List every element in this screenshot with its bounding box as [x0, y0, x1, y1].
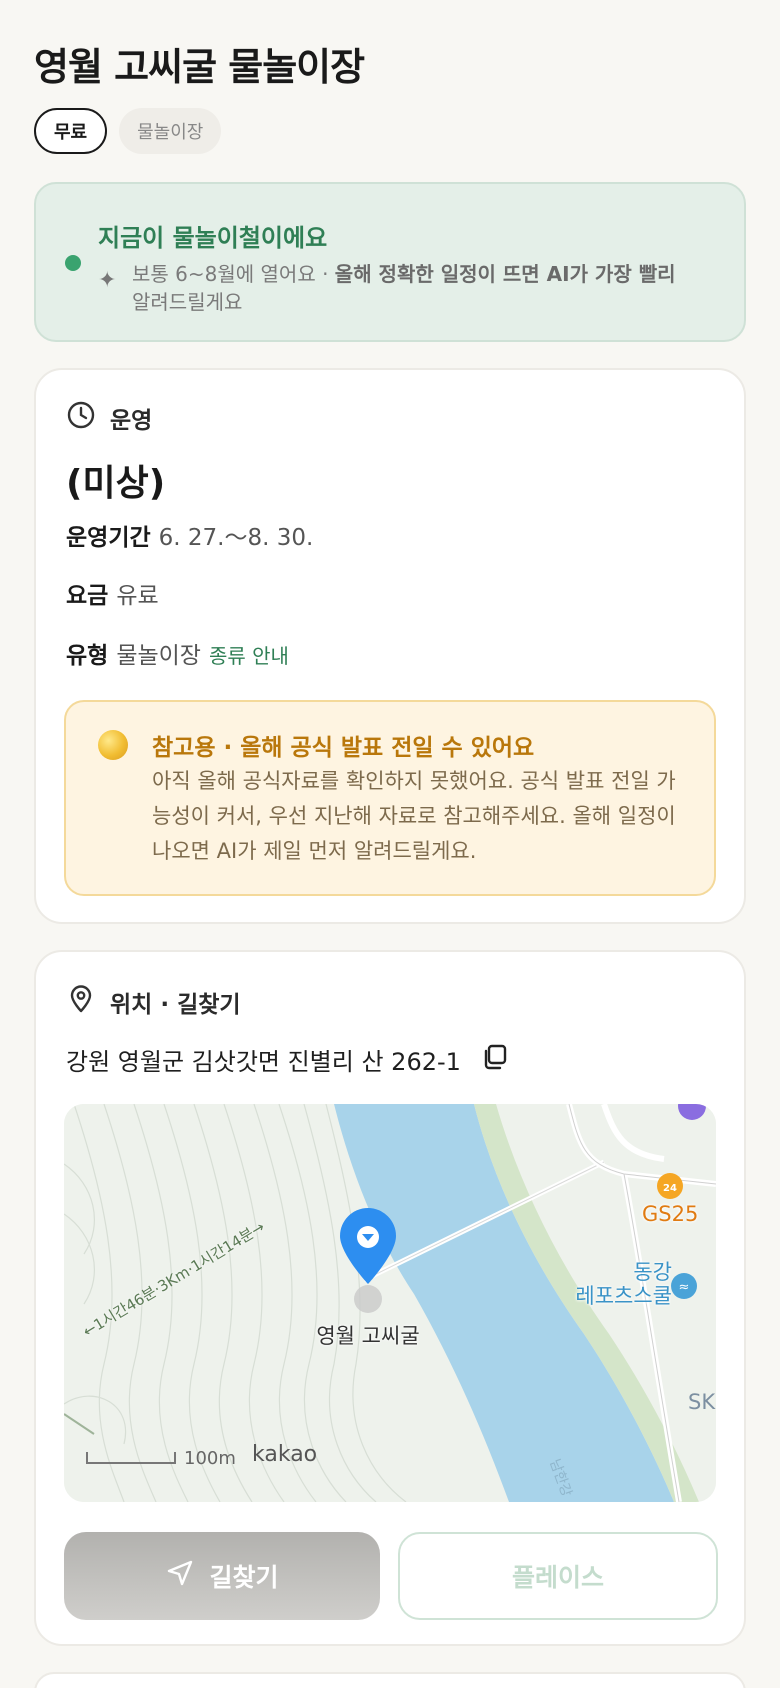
- map-scale-label: 100m: [184, 1448, 236, 1469]
- page-title: 영월 고씨굴 물놀이장: [34, 45, 365, 89]
- address-text: 강원 영월군 김삿갓면 진별리 산 262-1: [66, 1048, 461, 1076]
- season-body: 보통 6~8월에 열어요 · 올해 정확한 일정이 뜨면 AI가 가장 빨리 알…: [132, 260, 722, 316]
- status-dot-icon: [65, 255, 81, 271]
- season-body-plain: 보통 6~8월에 열어요 ·: [132, 262, 335, 286]
- season-banner: 지금이 물놀이철이에요 ✦ 보통 6~8월에 열어요 · 올해 정확한 일정이 …: [34, 182, 746, 342]
- operation-card: 운영 (미상) 운영기간 6. 27.～8. 30. 요금 유료 유형 물놀이장 종류 …: [34, 368, 746, 924]
- period-row: 운영기간 6. 27.～8. 30.: [66, 518, 313, 552]
- notice-heading: 참고용 · 올해 공식 발표 전일 수 있어요: [152, 735, 535, 761]
- next-card-edge: [34, 1672, 746, 1688]
- tag-free[interactable]: 무료: [34, 108, 108, 154]
- map-edge-label: SK: [688, 1390, 716, 1414]
- fee-row: 요금 유료: [66, 576, 159, 610]
- operation-header: 운영: [66, 400, 152, 436]
- reference-notice: 참고용 · 올해 공식 발표 전일 수 있어요 아직 올해 공식자료를 확인하지…: [64, 700, 716, 896]
- map-poi-leisure-line1: 동강: [633, 1260, 672, 1284]
- fee-value: 유료: [116, 583, 159, 609]
- type-label: 유형: [66, 643, 109, 669]
- map-poi-leisure[interactable]: 동강 레포츠스쿨: [552, 1260, 672, 1308]
- location-pin-icon: [66, 984, 96, 1020]
- operation-title: 운영: [110, 408, 153, 434]
- address-row: 강원 영월군 김삿갓면 진별리 산 262-1: [66, 1042, 509, 1077]
- directions-label: 길찾기: [209, 1563, 279, 1592]
- tag-category[interactable]: 물놀이장: [119, 108, 222, 154]
- period-value: 6. 27.～8. 30.: [158, 525, 314, 551]
- directions-button[interactable]: 길찾기: [64, 1532, 380, 1620]
- season-body-bold: 올해 정확한 일정이 뜨면 AI가 가장 빨리: [334, 262, 676, 286]
- fee-label: 요금: [66, 583, 109, 609]
- map-poi-leisure-line2: 레포츠스쿨: [575, 1284, 672, 1308]
- operation-status: (미상): [66, 463, 166, 504]
- map-pin-label: 영월 고씨굴: [316, 1324, 420, 1348]
- moon-icon: [98, 730, 128, 760]
- location-title: 위치 · 길찾기: [110, 992, 241, 1018]
- sparkle-icon: ✦: [98, 268, 117, 293]
- map-brand-logo: kakao: [252, 1442, 318, 1467]
- svg-text:24: 24: [663, 1183, 677, 1194]
- location-header: 위치 · 길찾기: [66, 984, 241, 1020]
- place-button[interactable]: 플레이스: [398, 1532, 718, 1620]
- notice-body: 아직 올해 공식자료를 확인하지 못했어요. 공식 발표 전일 가능성이 커서,…: [152, 769, 676, 863]
- location-card: 위치 · 길찾기 강원 영월군 김삿갓면 진별리 산 262-1 24 ≈ 영월…: [34, 950, 746, 1646]
- map-poi-gs25[interactable]: GS25: [642, 1202, 698, 1226]
- season-heading: 지금이 물놀이철이에요: [98, 224, 328, 252]
- period-label: 운영기간: [66, 525, 151, 551]
- season-body-tail: 알려드릴게요: [132, 290, 243, 314]
- type-value: 물놀이장: [116, 643, 201, 669]
- navigation-arrow-icon: [165, 1558, 195, 1594]
- svg-text:≈: ≈: [679, 1280, 690, 1295]
- tag-list: 무료 물놀이장: [34, 108, 222, 154]
- copy-icon[interactable]: [481, 1043, 509, 1077]
- type-row: 유형 물놀이장 종류 안내: [66, 636, 289, 670]
- type-guide-link[interactable]: 종류 안내: [209, 644, 289, 668]
- map-view[interactable]: 24 ≈ 영월 고씨굴 ←1시간46분·3Km·1시간14분→ GS25 동강 …: [64, 1104, 716, 1502]
- clock-icon: [66, 400, 96, 436]
